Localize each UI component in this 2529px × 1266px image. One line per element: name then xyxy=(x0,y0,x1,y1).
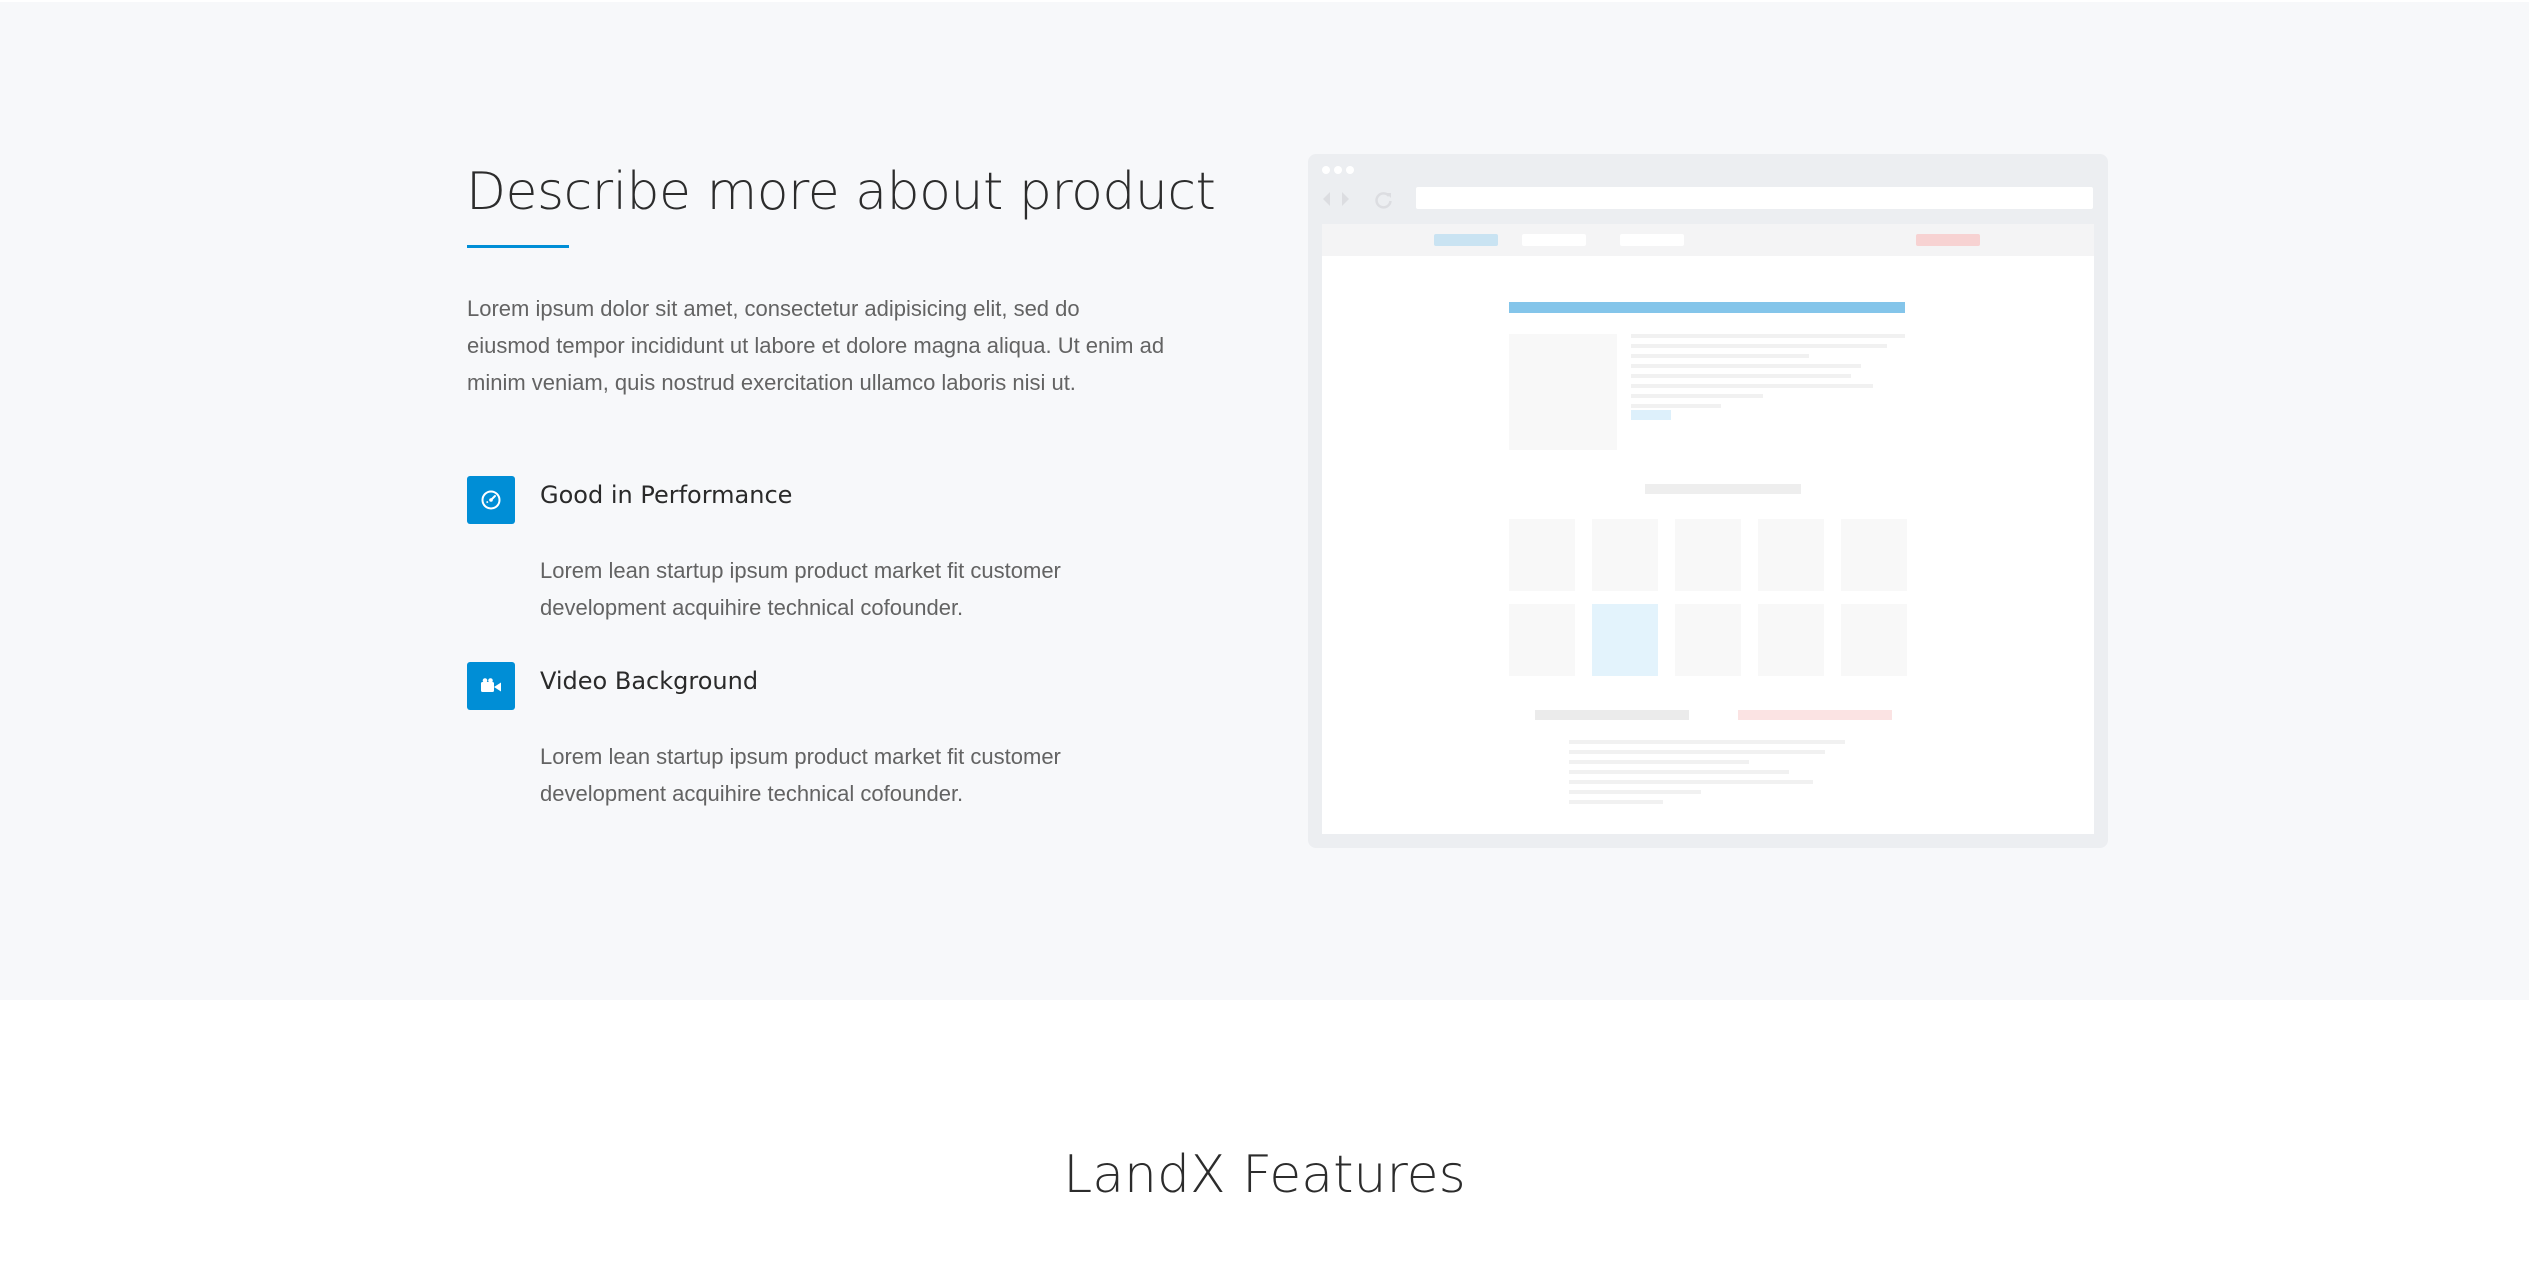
mock-nav-item xyxy=(1434,234,1498,246)
mock-text-line xyxy=(1631,344,1887,348)
features-section xyxy=(0,1000,2529,1266)
mock-tile xyxy=(1675,604,1741,676)
mock-tile xyxy=(1841,519,1907,591)
mock-tile xyxy=(1592,519,1658,591)
mock-image xyxy=(1509,334,1617,450)
mock-tile xyxy=(1509,604,1575,676)
feature-description: Lorem lean startup ipsum product market … xyxy=(540,558,1061,620)
mock-text-line xyxy=(1569,790,1701,794)
features-heading: LandX Features xyxy=(1063,1145,1466,1205)
mock-nav-button xyxy=(1916,234,1980,246)
mock-banner xyxy=(1509,302,1905,313)
mock-bar xyxy=(1535,710,1689,720)
mock-nav-item xyxy=(1522,234,1586,246)
mock-tile xyxy=(1758,519,1824,591)
mock-subheading xyxy=(1645,484,1801,494)
mock-text-line xyxy=(1631,374,1851,378)
feature-title: Good in Performance xyxy=(540,481,793,509)
feature-title: Video Background xyxy=(540,667,759,695)
mock-tile xyxy=(1841,604,1907,676)
address-bar xyxy=(1416,187,2093,209)
mock-text-line xyxy=(1631,364,1861,368)
mock-tile xyxy=(1509,519,1575,591)
mock-text-line xyxy=(1569,800,1663,804)
mock-tile-highlighted xyxy=(1592,604,1658,676)
window-dot xyxy=(1346,166,1354,174)
mock-text-line xyxy=(1631,354,1809,358)
video-camera-icon xyxy=(467,662,515,710)
mock-text-line xyxy=(1631,334,1905,338)
mock-button xyxy=(1631,410,1671,420)
mock-tile xyxy=(1675,519,1741,591)
mock-text-line xyxy=(1569,770,1789,774)
window-dot xyxy=(1322,166,1330,174)
window-dot xyxy=(1334,166,1342,174)
section-title: Describe more about product xyxy=(466,162,1216,222)
product-description-section xyxy=(0,0,2529,1000)
section-intro: Lorem ipsum dolor sit amet, consectetur … xyxy=(467,296,1165,395)
mock-text-line xyxy=(1569,750,1825,754)
speedometer-icon xyxy=(467,476,515,524)
mock-bar xyxy=(1738,710,1892,720)
mock-text-line xyxy=(1631,394,1763,398)
back-forward-icon xyxy=(1323,192,1349,206)
mock-text-line xyxy=(1569,780,1813,784)
mock-text-line xyxy=(1631,404,1721,408)
mock-text-line xyxy=(1569,740,1845,744)
mock-nav-item xyxy=(1620,234,1684,246)
mock-text-line xyxy=(1631,384,1873,388)
mock-tile xyxy=(1758,604,1824,676)
browser-mockup-illustration xyxy=(1308,154,2108,848)
title-underline xyxy=(467,245,569,248)
mock-text-line xyxy=(1569,760,1749,764)
feature-description: Lorem lean startup ipsum product market … xyxy=(540,744,1061,806)
reload-icon xyxy=(1375,192,1392,209)
